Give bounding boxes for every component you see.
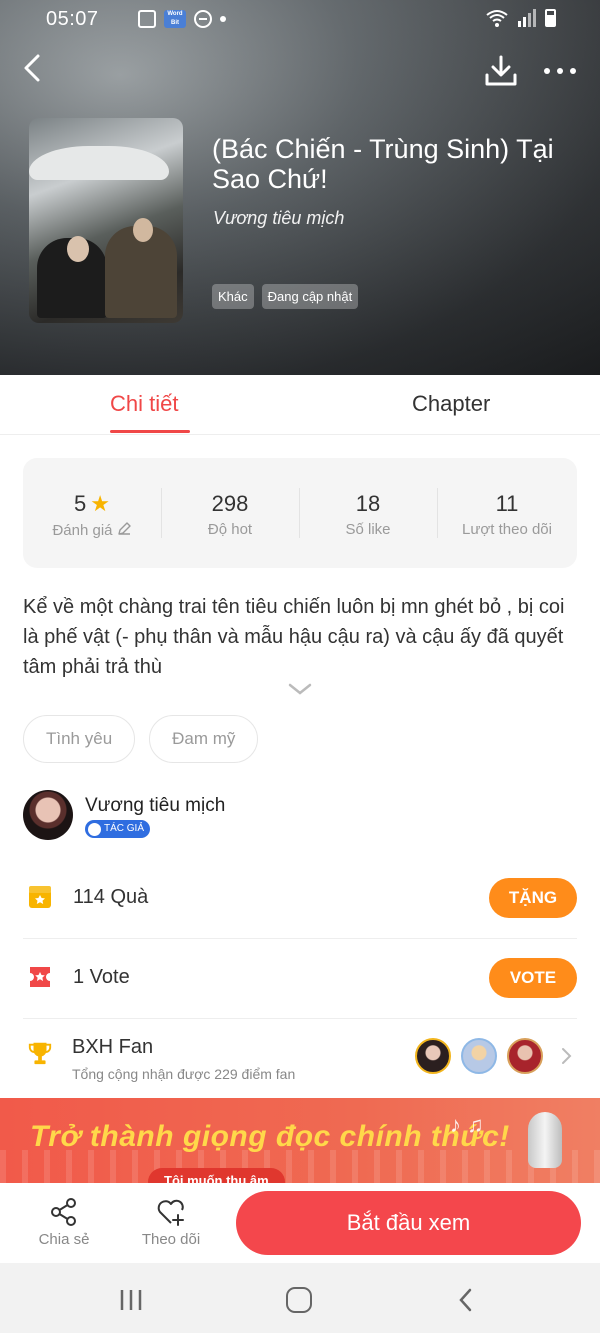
vote-ticket-icon (30, 967, 50, 987)
chevron-right-icon (562, 1048, 572, 1064)
book-title: (Bác Chiến - Trùng Sinh) Tại Sao Chứ! (212, 134, 554, 194)
star-icon: ★ (90, 491, 110, 516)
hot-label: Độ hot (207, 521, 253, 538)
fan-ranking-title: BXH Fan (72, 1036, 154, 1058)
author-badge-icon (88, 822, 101, 836)
active-tab-indicator (110, 430, 190, 433)
gift-button[interactable]: TẶNG (489, 878, 577, 918)
do-not-disturb-icon (194, 10, 212, 28)
book-chips: Khác Đang cập nhật (212, 284, 359, 309)
banner-text: Trở thành giọng đọc chính thức! (30, 1120, 510, 1153)
rating-value: 5 (74, 491, 87, 516)
system-back-button[interactable] (456, 1287, 476, 1313)
fan-ranking-row[interactable]: BXH Fan Tổng cộng nhận được 229 điểm fan (23, 1018, 577, 1098)
vote-count: 1 Vote (73, 966, 130, 988)
signal-icon (518, 9, 536, 27)
bottom-action-bar: Chia sẻ Theo dõi Bắt đầu xem (0, 1183, 600, 1263)
top-bar (0, 40, 600, 100)
gift-row: 114 Quà TẶNG (23, 858, 577, 938)
genre-tags: Tình yêu Đam mỹ (23, 715, 259, 763)
microphone-icon (528, 1112, 562, 1168)
fan-avatar (507, 1038, 543, 1074)
top-fan-avatars (415, 1038, 543, 1074)
status-time: 05:07 (46, 8, 99, 30)
follow-stat: 11 Lượt theo dõi (437, 458, 577, 568)
book-cover (29, 118, 183, 323)
voice-actor-banner[interactable]: Trở thành giọng đọc chính thức! ♪ ♫ Tôi … (0, 1098, 600, 1190)
follow-button[interactable]: Theo dõi (131, 1193, 211, 1248)
tag-love[interactable]: Tình yêu (23, 715, 136, 763)
recent-apps-button[interactable] (118, 1289, 144, 1311)
gift-count: 114 Quà (73, 886, 149, 908)
back-button[interactable] (18, 50, 48, 86)
start-reading-button[interactable]: Bắt đầu xem (236, 1191, 581, 1255)
fan-ranking-subtitle: Tổng cộng nhận được 229 điểm fan (72, 1066, 296, 1082)
fan-avatar (461, 1038, 497, 1074)
gallery-icon (138, 10, 156, 28)
notification-dot-icon (220, 16, 226, 22)
more-options-button[interactable] (540, 58, 580, 84)
music-notes-icon: ♪ ♫ (450, 1112, 484, 1137)
system-navigation-bar (0, 1263, 600, 1333)
like-stat: 18 Số like (299, 458, 437, 568)
vote-row: 1 Vote VOTE (23, 938, 577, 1018)
wifi-icon (486, 10, 508, 27)
expand-description-icon[interactable] (287, 680, 313, 698)
hot-value: 298 (211, 491, 249, 516)
heart-plus-icon (157, 1199, 184, 1226)
tab-chapter[interactable]: Chapter (412, 391, 490, 417)
pencil-icon (117, 522, 131, 535)
home-button[interactable] (286, 1287, 312, 1313)
stats-panel: 5 ★ Đánh giá 298 Độ hot 18 Số like 11 Lượ… (23, 458, 577, 568)
tab-detail[interactable]: Chi tiết (110, 391, 178, 417)
tag-bl[interactable]: Đam mỹ (149, 715, 259, 763)
book-author: Vương tiêu mịch (213, 208, 345, 228)
share-label: Chia sẻ (38, 1231, 90, 1248)
share-icon (51, 1198, 76, 1226)
trophy-icon (28, 1042, 52, 1065)
vote-button[interactable]: VOTE (489, 958, 577, 998)
like-value: 18 (355, 491, 381, 516)
gift-icon (29, 886, 51, 908)
status-chip: Đang cập nhật (261, 284, 359, 309)
like-label: Số like (345, 521, 391, 538)
share-button[interactable]: Chia sẻ (24, 1193, 104, 1248)
book-description: Kể về một chàng trai tên tiêu chiến luôn… (23, 596, 565, 678)
status-bar: 05:07 Word Bit (0, 0, 600, 40)
author-row[interactable]: Vương tiêu mịch TÁC GIẢ (23, 790, 583, 846)
tab-bar: Chi tiết Chapter (0, 375, 600, 435)
wordbit-icon: Word Bit (164, 10, 186, 28)
author-badge: TÁC GIẢ (85, 820, 151, 838)
hot-stat: 298 Độ hot (161, 458, 299, 568)
battery-icon (545, 9, 556, 27)
category-chip: Khác (212, 284, 254, 309)
download-button[interactable] (484, 54, 518, 88)
rating-label: Đánh giá (52, 522, 113, 539)
follow-label: Lượt theo dõi (462, 521, 552, 538)
follow-label: Theo dõi (141, 1231, 201, 1248)
follow-value: 11 (495, 491, 519, 516)
fan-avatar (415, 1038, 451, 1074)
author-avatar (23, 790, 73, 840)
rating-stat[interactable]: 5 ★ Đánh giá (23, 458, 161, 568)
author-name: Vương tiêu mịch (85, 795, 226, 816)
